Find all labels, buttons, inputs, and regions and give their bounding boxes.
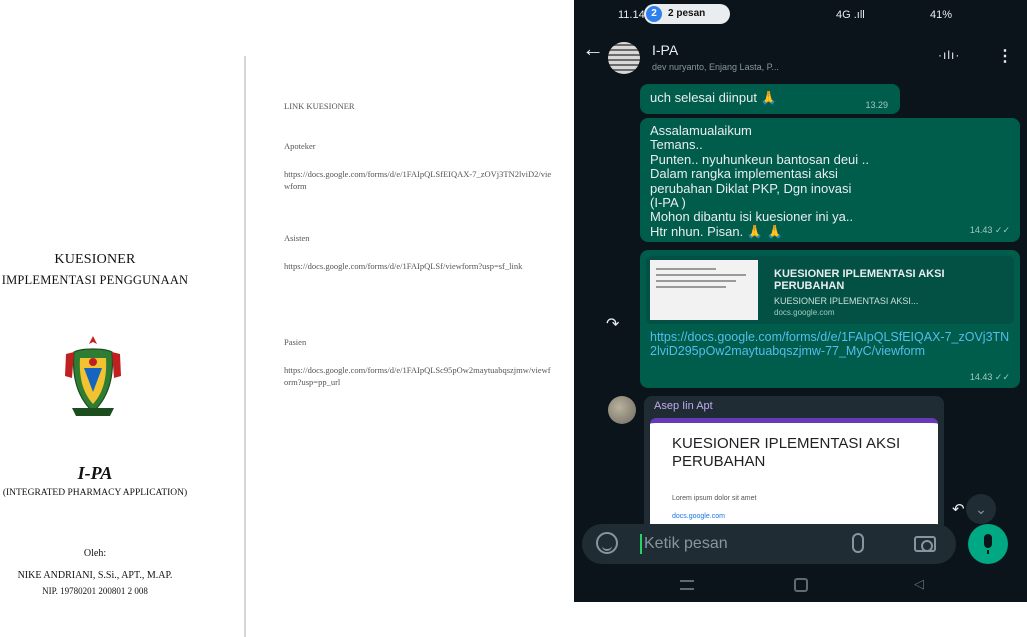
form-link[interactable]: docs.google.com: [672, 513, 725, 520]
author-name: NIKE ANDRIANI, S.Si., APT., M.AP.: [17, 570, 173, 581]
link-label: Apoteker: [284, 141, 316, 151]
link-url[interactable]: https://docs.google.com/forms/d/e/1FAIpQ…: [284, 168, 554, 192]
link-preview-domain: docs.google.com: [774, 308, 835, 317]
link-block-asisten: Asisten https://docs.google.com/forms/d/…: [284, 232, 554, 272]
message-line: Dalam rangka implementasi aksi: [650, 166, 838, 182]
message-line: (I-PA ): [650, 195, 686, 211]
incoming-message-bubble[interactable]: Asep Iin Apt KUESIONER IPLEMENTASI AKSI …: [644, 396, 944, 536]
brand-name: I-PA: [77, 463, 113, 483]
document-cover: KUESIONER IMPLEMENTASI PENGGUNAAN I-PA (…: [0, 0, 190, 637]
emblem-icon: [65, 336, 121, 416]
form-title: KUESIONER IPLEMENTASI AKSI PERUBAHAN: [672, 435, 901, 470]
scroll-down-icon[interactable]: ⌄: [966, 494, 996, 524]
battery-level: 41%: [930, 9, 953, 21]
message-line: perubahan Diklat PKP, Dgn inovasi: [650, 180, 852, 196]
notification-text: 2 pesan: [668, 8, 706, 19]
message-time: 13.29: [865, 100, 888, 110]
mic-button[interactable]: [968, 524, 1008, 564]
forward-icon[interactable]: ↷: [606, 314, 619, 334]
message-link[interactable]: https://docs.google.com/forms/d/e/1FAIpQ…: [650, 330, 1014, 358]
questionnaire-links-page: LINK KUESIONER Apoteker https://docs.goo…: [284, 100, 554, 387]
page-divider: [244, 56, 246, 637]
links-heading: LINK KUESIONER: [284, 101, 355, 111]
composer-bar: [574, 524, 1027, 568]
nav-home-icon[interactable]: [794, 578, 808, 592]
group-members[interactable]: dev nuryanto, Enjang Lasta, P...: [652, 62, 832, 72]
composer-pill: [582, 524, 956, 564]
group-avatar[interactable]: [608, 42, 640, 74]
message-line: Htr nhun. Pisan. 🙏 🙏: [650, 223, 783, 239]
status-bar: 11.14 2 2 pesan 4G .ıll 41%: [574, 0, 1027, 28]
message-time: 14.43 ✓✓: [969, 224, 1010, 235]
message-line: Punten.. nyuhunkeun bantosan deui ..: [650, 151, 870, 167]
group-name[interactable]: I-PA: [652, 42, 678, 58]
attach-icon[interactable]: [852, 533, 864, 553]
cover-title: KUESIONER IMPLEMENTASI PENGGUNAAN: [0, 250, 190, 290]
message-bubble[interactable]: Assalamualaikum Temans.. Punten.. nyuhun…: [640, 118, 1020, 242]
link-preview-description: KUESIONER IPLEMENTASI AKSI...: [774, 296, 919, 306]
notification-badge: 2: [646, 6, 662, 22]
by-label: Oleh:: [83, 548, 107, 559]
link-block-apoteker: Apoteker https://docs.google.com/forms/d…: [284, 140, 554, 192]
menu-dots-icon[interactable]: ⋮: [997, 46, 1013, 66]
message-line: Mohon dibantu isi kuesioner ini ya..: [650, 209, 854, 225]
author-id: NIP. 19780201 200801 2 008: [42, 586, 148, 596]
camera-icon[interactable]: [914, 536, 936, 552]
form-preview-card[interactable]: KUESIONER IPLEMENTASI AKSI PERUBAHAN Lor…: [650, 418, 938, 536]
cover-title-line1: KUESIONER: [54, 252, 136, 267]
link-block-pasien: Pasien https://docs.google.com/forms/d/e…: [284, 336, 554, 388]
form-subtitle: Lorem ipsum dolor sit amet: [672, 495, 757, 502]
nav-back-icon[interactable]: ◁: [914, 576, 924, 592]
message-line: Assalamualaikum: [650, 123, 752, 138]
voice-call-icon[interactable]: ·ılı·: [938, 48, 960, 62]
message-text: uch selesai diinput 🙏: [650, 90, 777, 105]
back-arrow-icon[interactable]: ←: [582, 36, 606, 62]
link-url[interactable]: https://docs.google.com/forms/d/e/1FAIpQ…: [284, 260, 554, 272]
link-url[interactable]: https://docs.google.com/forms/d/e/1FAIpQ…: [284, 364, 554, 388]
link-message-bubble[interactable]: KUESIONER IPLEMENTASI AKSI PERUBAHAN KUE…: [640, 250, 1020, 388]
message-line: Temans..: [650, 137, 703, 153]
nav-recent-icon[interactable]: [680, 580, 694, 590]
link-preview-title: KUESIONER IPLEMENTASI AKSI PERUBAHAN: [774, 268, 945, 292]
link-preview-thumbnail: [650, 260, 758, 320]
message-time: 14.43 ✓✓: [969, 372, 1010, 382]
mic-icon: [984, 534, 992, 554]
signal-icon: 4G .ıll: [836, 9, 865, 21]
text-cursor: [640, 534, 642, 554]
notification-pill[interactable]: 2 2 pesan: [644, 4, 730, 24]
sender-avatar[interactable]: [608, 396, 636, 424]
sender-name[interactable]: Asep Iin Apt: [654, 400, 713, 412]
status-time: 11.14: [618, 9, 645, 21]
link-preview-card[interactable]: KUESIONER IPLEMENTASI AKSI PERUBAHAN KUE…: [646, 256, 1014, 324]
chat-area[interactable]: uch selesai diinput 🙏 13.29 Assalamualai…: [574, 78, 1027, 536]
message-bubble[interactable]: uch selesai diinput 🙏 13.29: [640, 84, 900, 114]
message-input[interactable]: [644, 532, 814, 556]
link-label: Asisten: [284, 233, 310, 243]
reply-icon[interactable]: ↶: [952, 500, 965, 518]
chat-header: ← I-PA dev nuryanto, Enjang Lasta, P... …: [574, 28, 1027, 78]
phone-screen: 11.14 2 2 pesan 4G .ıll 41% ← I-PA dev n…: [574, 0, 1027, 602]
brand-subtitle: (INTEGRATED PHARMACY APPLICATION): [2, 488, 188, 498]
cover-title-line2: IMPLEMENTASI PENGGUNAAN: [1, 273, 189, 287]
emoji-icon[interactable]: [596, 532, 618, 554]
system-nav-bar: ◁: [574, 568, 1027, 602]
link-label: Pasien: [284, 337, 307, 347]
